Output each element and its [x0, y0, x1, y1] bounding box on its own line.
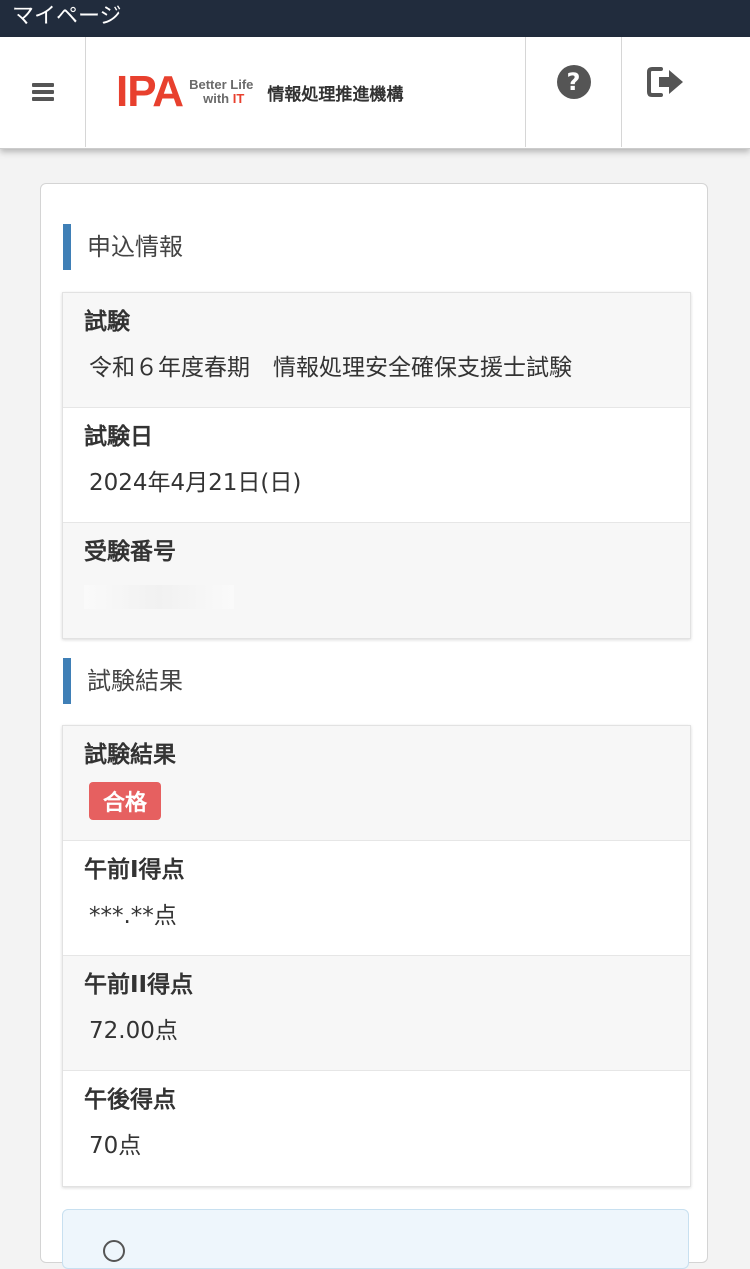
- application-section-title: 申込情報: [63, 224, 183, 270]
- am2-score-label: 午前II得点: [84, 972, 194, 998]
- logo-mark: IPA: [116, 67, 184, 116]
- help-button[interactable]: ?: [526, 37, 622, 147]
- pm-score-row: 午後得点 70点: [63, 1071, 690, 1186]
- am1-score-value: ***.**点: [89, 903, 177, 929]
- results-panel: 試験結果 合格 午前I得点 ***.**点 午前II得点 72.00点 午後得点…: [62, 725, 691, 1187]
- sign-out-icon: [647, 67, 683, 97]
- exam-date-label: 試験日: [84, 424, 153, 450]
- logo[interactable]: IPA Better Life with IT 情報処理推進機構: [86, 37, 526, 147]
- result-row: 試験結果 合格: [63, 726, 690, 841]
- app-header: IPA Better Life with IT 情報処理推進機構 ?: [0, 37, 750, 149]
- status-bar: マイページ: [0, 0, 750, 37]
- am2-score-row: 午前II得点 72.00点: [63, 956, 690, 1071]
- tagline-line2: with IT: [189, 92, 253, 106]
- examinee-number-redacted: [84, 585, 234, 609]
- exam-label: 試験: [84, 309, 130, 335]
- hamburger-icon: [31, 80, 54, 104]
- pm-score-label: 午後得点: [84, 1087, 176, 1113]
- pm-score-value: 70点: [89, 1133, 142, 1159]
- am1-score-row: 午前I得点 ***.**点: [63, 841, 690, 956]
- am2-score-value: 72.00点: [89, 1018, 178, 1044]
- question-circle-icon: ?: [556, 65, 591, 99]
- logout-button[interactable]: [622, 37, 750, 147]
- exam-value: 令和６年度春期 情報処理安全確保支援士試験: [89, 355, 572, 381]
- exam-date-value: 2024年4月21日(日): [89, 470, 302, 496]
- menu-button[interactable]: [0, 37, 86, 147]
- org-name: 情報処理推進機構: [267, 84, 404, 105]
- mypage-card: 申込情報 試験 令和６年度春期 情報処理安全確保支援士試験 試験日 2024年4…: [40, 183, 708, 1269]
- result-label: 試験結果: [84, 742, 176, 768]
- application-panel: 試験 令和６年度春期 情報処理安全確保支援士試験 試験日 2024年4月21日(…: [62, 292, 691, 639]
- tagline-with: with: [203, 91, 233, 106]
- status-bar-title: マイページ: [12, 4, 122, 29]
- am1-score-label: 午前I得点: [84, 857, 185, 883]
- logo-tagline: Better Life with IT: [189, 78, 253, 106]
- pass-badge: 合格: [89, 782, 162, 820]
- examinee-number-label: 受験番号: [84, 539, 176, 565]
- info-icon: [103, 1240, 125, 1262]
- examinee-number-row: 受験番号: [63, 523, 690, 638]
- tagline-it: IT: [232, 91, 245, 106]
- exam-date-row: 試験日 2024年4月21日(日): [63, 408, 690, 523]
- info-box: [62, 1209, 689, 1269]
- exam-row: 試験 令和６年度春期 情報処理安全確保支援士試験: [63, 293, 690, 408]
- tagline-line1: Better Life: [189, 77, 254, 92]
- results-section-title: 試験結果: [63, 658, 183, 704]
